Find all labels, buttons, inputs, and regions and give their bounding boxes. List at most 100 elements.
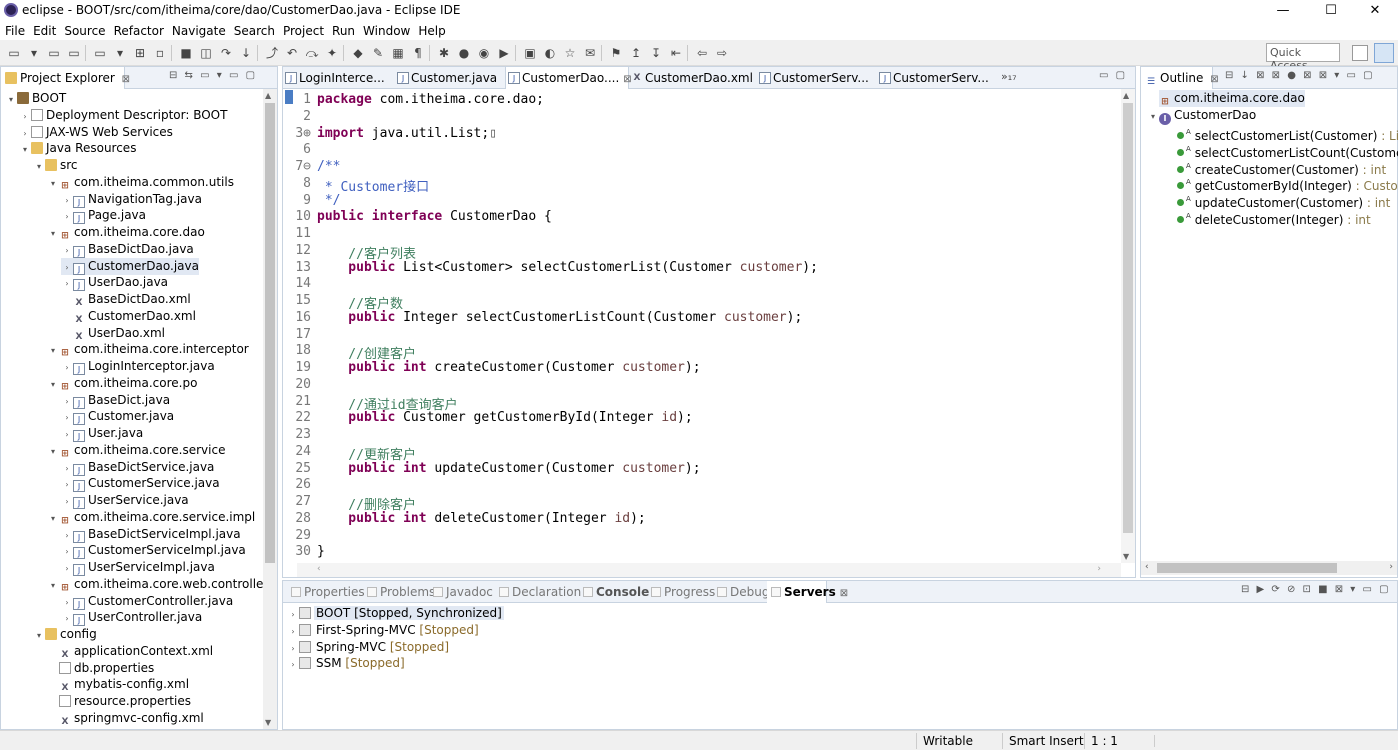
tree-item[interactable]: › J UserController.java xyxy=(61,609,202,627)
forward-icon[interactable]: ⇨ xyxy=(714,45,730,61)
save-all-icon[interactable]: ▭ xyxy=(46,45,62,61)
menu-source[interactable]: Source xyxy=(60,22,109,40)
expand-toggle-icon[interactable]: ▾ xyxy=(47,376,59,393)
tree-item[interactable]: resource.properties xyxy=(47,693,191,710)
tab-debug[interactable]: Debug xyxy=(713,581,769,603)
expand-toggle-icon[interactable]: › xyxy=(61,393,73,410)
tree-item[interactable]: ▾ src xyxy=(33,157,78,174)
tab-javadoc[interactable]: Javadoc xyxy=(429,581,493,603)
build-icon[interactable]: ✦ xyxy=(324,45,340,61)
editor-tab[interactable]: J Customer.java xyxy=(395,67,505,89)
expand-toggle-icon[interactable]: › xyxy=(287,606,299,623)
expand-toggle-icon[interactable]: › xyxy=(19,125,31,142)
tree-item[interactable]: › J CustomerServiceImpl.java xyxy=(61,542,246,560)
run-icon[interactable]: ● xyxy=(456,45,472,61)
save-icon[interactable]: ▾ xyxy=(26,45,42,61)
expand-toggle-icon[interactable]: › xyxy=(61,208,73,225)
tree-item[interactable]: › J Customer.java xyxy=(61,408,174,426)
suspend-icon[interactable]: ▫ xyxy=(152,45,168,61)
tab-problems[interactable]: Problems xyxy=(363,581,435,603)
tree-item[interactable]: › J User.java xyxy=(61,425,143,442)
tree-item[interactable]: ▾ config xyxy=(33,626,97,643)
tree-item[interactable]: XapplicationContext.xml xyxy=(47,643,214,660)
tree-item[interactable]: ▾ BOOT xyxy=(5,90,66,107)
tree-item[interactable]: ▾ ⊞ com.itheima.core.web.controller xyxy=(47,576,268,593)
tree-item[interactable]: X UserDao.xml xyxy=(61,325,166,342)
tree-item[interactable]: › J LoginInterceptor.java xyxy=(61,358,215,375)
editor-view-icons[interactable]: ▭ ▢ xyxy=(1099,70,1127,81)
server-row[interactable]: › First-Spring-MVC [Stopped] xyxy=(287,622,481,639)
server-row[interactable]: › Spring-MVC [Stopped] xyxy=(287,639,451,656)
prev-annotation-icon[interactable]: ↧ xyxy=(648,45,664,61)
tab-servers[interactable]: Servers ⊠ xyxy=(767,581,848,603)
scroll-right-icon[interactable]: › xyxy=(1389,562,1393,572)
expand-toggle-icon[interactable]: › xyxy=(287,640,299,657)
outline-method[interactable]: AcreateCustomer(Customer) : int xyxy=(1177,158,1386,177)
tree-item[interactable]: › J UserDao.java xyxy=(61,274,168,292)
resume-icon[interactable]: ⊞ xyxy=(132,45,148,61)
tab-console[interactable]: Console xyxy=(579,581,649,603)
outline-method[interactable]: AupdateCustomer(Customer) : int xyxy=(1177,191,1390,210)
outline-toolbar-icons[interactable]: ⊟ ↓ ⊠ ⊠ ● ⊠ ⊠ ▾ ▭ ▢ xyxy=(1225,70,1375,81)
expand-toggle-icon[interactable]: › xyxy=(61,359,73,376)
expand-toggle-icon[interactable]: › xyxy=(61,493,73,510)
outline-method[interactable]: AselectCustomerList(Customer) : List<C xyxy=(1177,124,1398,143)
new-server-icon[interactable]: ▣ xyxy=(522,45,538,61)
editor-tab[interactable]: J CustomerServ... xyxy=(757,67,877,89)
tree-item[interactable]: ▾ Java Resources xyxy=(19,140,136,157)
editor-tab[interactable]: X CustomerDao.xml xyxy=(629,67,757,89)
menu-search[interactable]: Search xyxy=(230,22,279,40)
expand-toggle-icon[interactable]: › xyxy=(287,656,299,673)
menu-window[interactable]: Window xyxy=(359,22,414,40)
terminal-icon[interactable]: ▭ xyxy=(92,45,108,61)
expand-toggle-icon[interactable]: › xyxy=(61,259,73,276)
minimize-button[interactable]: — xyxy=(1260,0,1306,22)
expand-toggle-icon[interactable]: ▾ xyxy=(33,627,45,644)
menu-refactor[interactable]: Refactor xyxy=(110,22,168,40)
open-type-icon[interactable]: ☆ xyxy=(562,45,578,61)
editor-tab[interactable]: J LoginInterce... xyxy=(283,67,395,89)
outline-method[interactable]: AdeleteCustomer(Integer) : int xyxy=(1177,208,1371,227)
expand-toggle-icon[interactable]: › xyxy=(61,543,73,560)
expand-toggle-icon[interactable]: › xyxy=(61,426,73,443)
expand-toggle-icon[interactable]: › xyxy=(61,527,73,544)
tree-item[interactable]: › JAX-WS Web Services xyxy=(19,124,173,141)
outline-method[interactable]: AselectCustomerListCount(Customer) : xyxy=(1177,141,1398,160)
expand-toggle-icon[interactable]: › xyxy=(61,610,73,627)
tab-progress[interactable]: Progress xyxy=(647,581,715,603)
menu-run[interactable]: Run xyxy=(328,22,359,40)
terminate-icon[interactable]: ■ xyxy=(178,45,194,61)
outline-package[interactable]: ⊞ com.itheima.core.dao xyxy=(1159,90,1305,107)
editor-vertical-scrollbar[interactable]: ▲ ▼ xyxy=(1121,89,1135,563)
step-into-icon[interactable]: ↷ xyxy=(218,45,234,61)
explorer-scrollbar[interactable]: ▲ ▼ xyxy=(263,89,277,729)
expand-toggle-icon[interactable]: › xyxy=(61,409,73,426)
tree-item[interactable]: › Deployment Descriptor: BOOT xyxy=(19,107,227,124)
tab-properties[interactable]: Properties xyxy=(287,581,365,603)
tree-item[interactable]: X CustomerDao.xml xyxy=(61,308,196,325)
tree-item[interactable]: ▾ ⊞ com.itheima.core.service xyxy=(47,442,225,459)
expand-toggle-icon[interactable]: ▾ xyxy=(33,158,45,175)
expand-toggle-icon[interactable]: › xyxy=(61,560,73,577)
explorer-view-toolbar-icons[interactable]: ⊟ ⇆ ▭ ▾ ▭ ▢ xyxy=(169,70,257,81)
tab-overflow-icon[interactable]: »₁₇ xyxy=(1001,70,1017,83)
expand-toggle-icon[interactable]: ▾ xyxy=(47,443,59,460)
editor-tab[interactable]: J CustomerServ... xyxy=(877,67,995,89)
tab-declaration[interactable]: Declaration xyxy=(495,581,581,603)
expand-toggle-icon[interactable]: ▾ xyxy=(5,91,17,108)
expand-toggle-icon[interactable]: › xyxy=(61,275,73,292)
expand-toggle-icon[interactable]: ▾ xyxy=(47,510,59,527)
block-select-icon[interactable]: ▦ xyxy=(390,45,406,61)
scroll-right-icon[interactable]: › xyxy=(1097,564,1101,574)
search-icon[interactable]: ⚑ xyxy=(608,45,624,61)
new-icon[interactable]: ▭ xyxy=(6,45,22,61)
new-class-icon[interactable]: ◐ xyxy=(542,45,558,61)
last-edit-icon[interactable]: ⇤ xyxy=(668,45,684,61)
open-perspective-icon[interactable] xyxy=(1352,45,1368,61)
tree-item[interactable]: › J UserServiceImpl.java xyxy=(61,559,215,576)
tree-item[interactable]: db.properties xyxy=(47,660,154,677)
debug-icon[interactable]: ✱ xyxy=(436,45,452,61)
scroll-up-icon[interactable]: ▲ xyxy=(1123,91,1129,100)
menu-navigate[interactable]: Navigate xyxy=(168,22,230,40)
expand-toggle-icon[interactable]: › xyxy=(61,192,73,209)
